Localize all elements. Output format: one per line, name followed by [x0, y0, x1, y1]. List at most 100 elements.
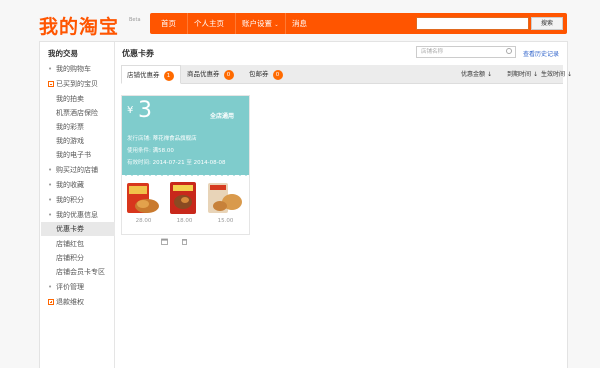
bullet-icon: •: [48, 211, 53, 219]
tab-label: 店铺优惠券: [127, 71, 160, 79]
product-price: 15.00: [217, 218, 234, 224]
coupon-tabbar: 店铺优惠券 1 商品优惠券 0 包邮券 0 优惠金额 ↓ 到期时间 ↓ 生效时间 ↓: [121, 65, 572, 84]
sidebar-title: 我的交易: [48, 49, 78, 58]
count-badge: 0: [223, 70, 234, 80]
sidebar-item-label: 我的收藏: [56, 181, 84, 189]
sidebar-item-points[interactable]: • 我的积分: [48, 193, 84, 207]
validity-end: 2014-08-08: [193, 160, 226, 166]
product-image[interactable]: [125, 180, 162, 216]
bullet-icon: •: [48, 283, 53, 291]
search-icon[interactable]: [506, 48, 512, 54]
sidebar-item-label: 退款维权: [56, 298, 84, 306]
tab-free-shipping[interactable]: 包邮券 0: [249, 65, 289, 84]
product-price: 28.00: [135, 218, 152, 224]
sort-arrow-icon: ↓: [532, 71, 538, 78]
coupon-issuer: 发行店铺: 蒂花禅食品旗舰店: [127, 134, 197, 142]
logo[interactable]: 我的淘宝: [39, 12, 119, 39]
nav-messages[interactable]: 消息: [292, 13, 307, 34]
bullet-icon: •: [48, 196, 53, 204]
nav-account-settings-label: 账户设置: [242, 19, 272, 28]
top-navbar: 首页 个人主页 账户设置 ⌄ 消息 搜索: [150, 13, 567, 34]
trash-icon[interactable]: [181, 238, 188, 245]
sort-label: 优惠金额: [461, 71, 486, 78]
sidebar-item-shop-points[interactable]: 店铺积分: [56, 251, 84, 265]
currency-symbol: ¥: [127, 105, 134, 116]
sort-expiry[interactable]: 到期时间 ↓: [507, 65, 538, 84]
nav-divider: [285, 13, 286, 34]
bullet-icon: •: [48, 65, 53, 73]
condition-label: 使用条件:: [127, 148, 151, 154]
bullet-icon: •: [48, 166, 53, 174]
main-panel: 我的交易 • 我的购物车 已买到的宝贝 我的拍卖 机票酒店保险 我的彩票 我的游戏…: [39, 41, 572, 368]
chevron-down-icon: ⌄: [274, 22, 279, 28]
coupon-edge: [122, 171, 249, 176]
issuer-label: 发行店铺:: [127, 136, 151, 142]
product-image[interactable]: [207, 180, 244, 216]
sidebar-item-promotions[interactable]: • 我的优惠信息: [48, 208, 98, 222]
sort-effective[interactable]: 生效时间 ↓: [541, 65, 572, 84]
expand-icon[interactable]: [48, 299, 54, 305]
sidebar-item-reviews[interactable]: • 评价管理: [48, 280, 84, 294]
sidebar-item-travel[interactable]: 机票酒店保险: [56, 106, 98, 120]
issuer-value[interactable]: 蒂花禅食品旗舰店: [153, 136, 197, 142]
sidebar-item-favorites[interactable]: • 我的收藏: [48, 178, 84, 192]
beta-label: Beta: [129, 17, 141, 23]
coupon-validity: 有效时间: 2014-07-21 至 2014-08-08: [127, 158, 226, 166]
tab-shop-coupons[interactable]: 店铺优惠券 1: [121, 65, 181, 84]
validity-separator: 至: [186, 160, 192, 166]
sort-label: 生效时间: [541, 71, 566, 78]
nav-divider: [187, 13, 188, 34]
nav-divider: [235, 13, 236, 34]
count-badge: 0: [272, 70, 283, 80]
coupon-face: ¥ 3 全店通用 发行店铺: 蒂花禅食品旗舰店 使用条件: 满58.00 有效时…: [122, 96, 249, 175]
bullet-icon: •: [48, 181, 53, 189]
sort-amount[interactable]: 优惠金额 ↓: [461, 65, 492, 84]
sidebar-item-ebooks[interactable]: 我的电子书: [56, 148, 91, 162]
sidebar-item-coupons[interactable]: 优惠卡券: [41, 222, 115, 236]
sidebar-item-label: 我的积分: [56, 196, 84, 204]
count-badge: 1: [163, 71, 174, 81]
sidebar-item-label: 已买到的宝贝: [56, 80, 98, 88]
sidebar-item-member-cards[interactable]: 店铺会员卡专区: [56, 265, 105, 279]
product-image[interactable]: [166, 180, 203, 216]
calendar-icon[interactable]: [161, 238, 168, 245]
tab-product-coupons[interactable]: 商品优惠券 0: [187, 65, 243, 84]
sidebar-item-shop-red-packets[interactable]: 店铺红包: [56, 237, 84, 251]
history-link[interactable]: 查看历史记录: [523, 49, 559, 58]
validity-start: 2014-07-21: [152, 160, 185, 166]
coupon-card[interactable]: ¥ 3 全店通用 发行店铺: 蒂花禅食品旗舰店 使用条件: 满58.00 有效时…: [121, 95, 250, 235]
nav-home[interactable]: 首页: [161, 13, 176, 34]
sidebar-item-bought[interactable]: 已买到的宝贝: [48, 77, 98, 91]
sidebar-item-label: 我的购物车: [56, 65, 91, 73]
product-list: 28.00 18.00 15.00: [122, 180, 249, 226]
sort-arrow-icon: ↓: [566, 71, 572, 78]
collapse-icon[interactable]: [48, 81, 54, 87]
shop-name-filter-input[interactable]: 店铺名称: [416, 46, 516, 58]
page-title: 优惠卡券: [122, 49, 154, 58]
sidebar: 我的交易 • 我的购物车 已买到的宝贝 我的拍卖 机票酒店保险 我的彩票 我的游戏…: [40, 42, 115, 368]
tab-label: 商品优惠券: [187, 70, 220, 78]
sidebar-item-games[interactable]: 我的游戏: [56, 134, 84, 148]
sidebar-item-label: 我的优惠信息: [56, 211, 98, 219]
coupon-amount: 3: [138, 98, 152, 123]
sidebar-item-auction[interactable]: 我的拍卖: [56, 92, 84, 106]
sidebar-item-label: 评价管理: [56, 283, 84, 291]
global-search-input[interactable]: [416, 17, 529, 30]
sidebar-item-label: 购买过的店铺: [56, 166, 98, 174]
sidebar-item-shops[interactable]: • 购买过的店铺: [48, 163, 98, 177]
sidebar-item-refunds[interactable]: 退款维权: [48, 295, 84, 309]
condition-value: 满58.00: [152, 148, 174, 154]
tab-label: 包邮券: [249, 70, 269, 78]
coupon-actions: [121, 238, 250, 248]
coupon-condition: 使用条件: 满58.00: [127, 146, 174, 154]
product-price: 18.00: [176, 218, 193, 224]
sidebar-item-cart[interactable]: • 我的购物车: [48, 62, 91, 76]
sort-label: 到期时间: [507, 71, 532, 78]
search-button[interactable]: 搜索: [531, 17, 563, 30]
nav-profile[interactable]: 个人主页: [194, 13, 224, 34]
filter-placeholder: 店铺名称: [421, 49, 444, 55]
sidebar-item-lottery[interactable]: 我的彩票: [56, 120, 84, 134]
nav-account-settings[interactable]: 账户设置 ⌄: [242, 13, 279, 34]
coupon-scope: 全店通用: [210, 113, 235, 120]
validity-label: 有效时间:: [127, 160, 151, 166]
